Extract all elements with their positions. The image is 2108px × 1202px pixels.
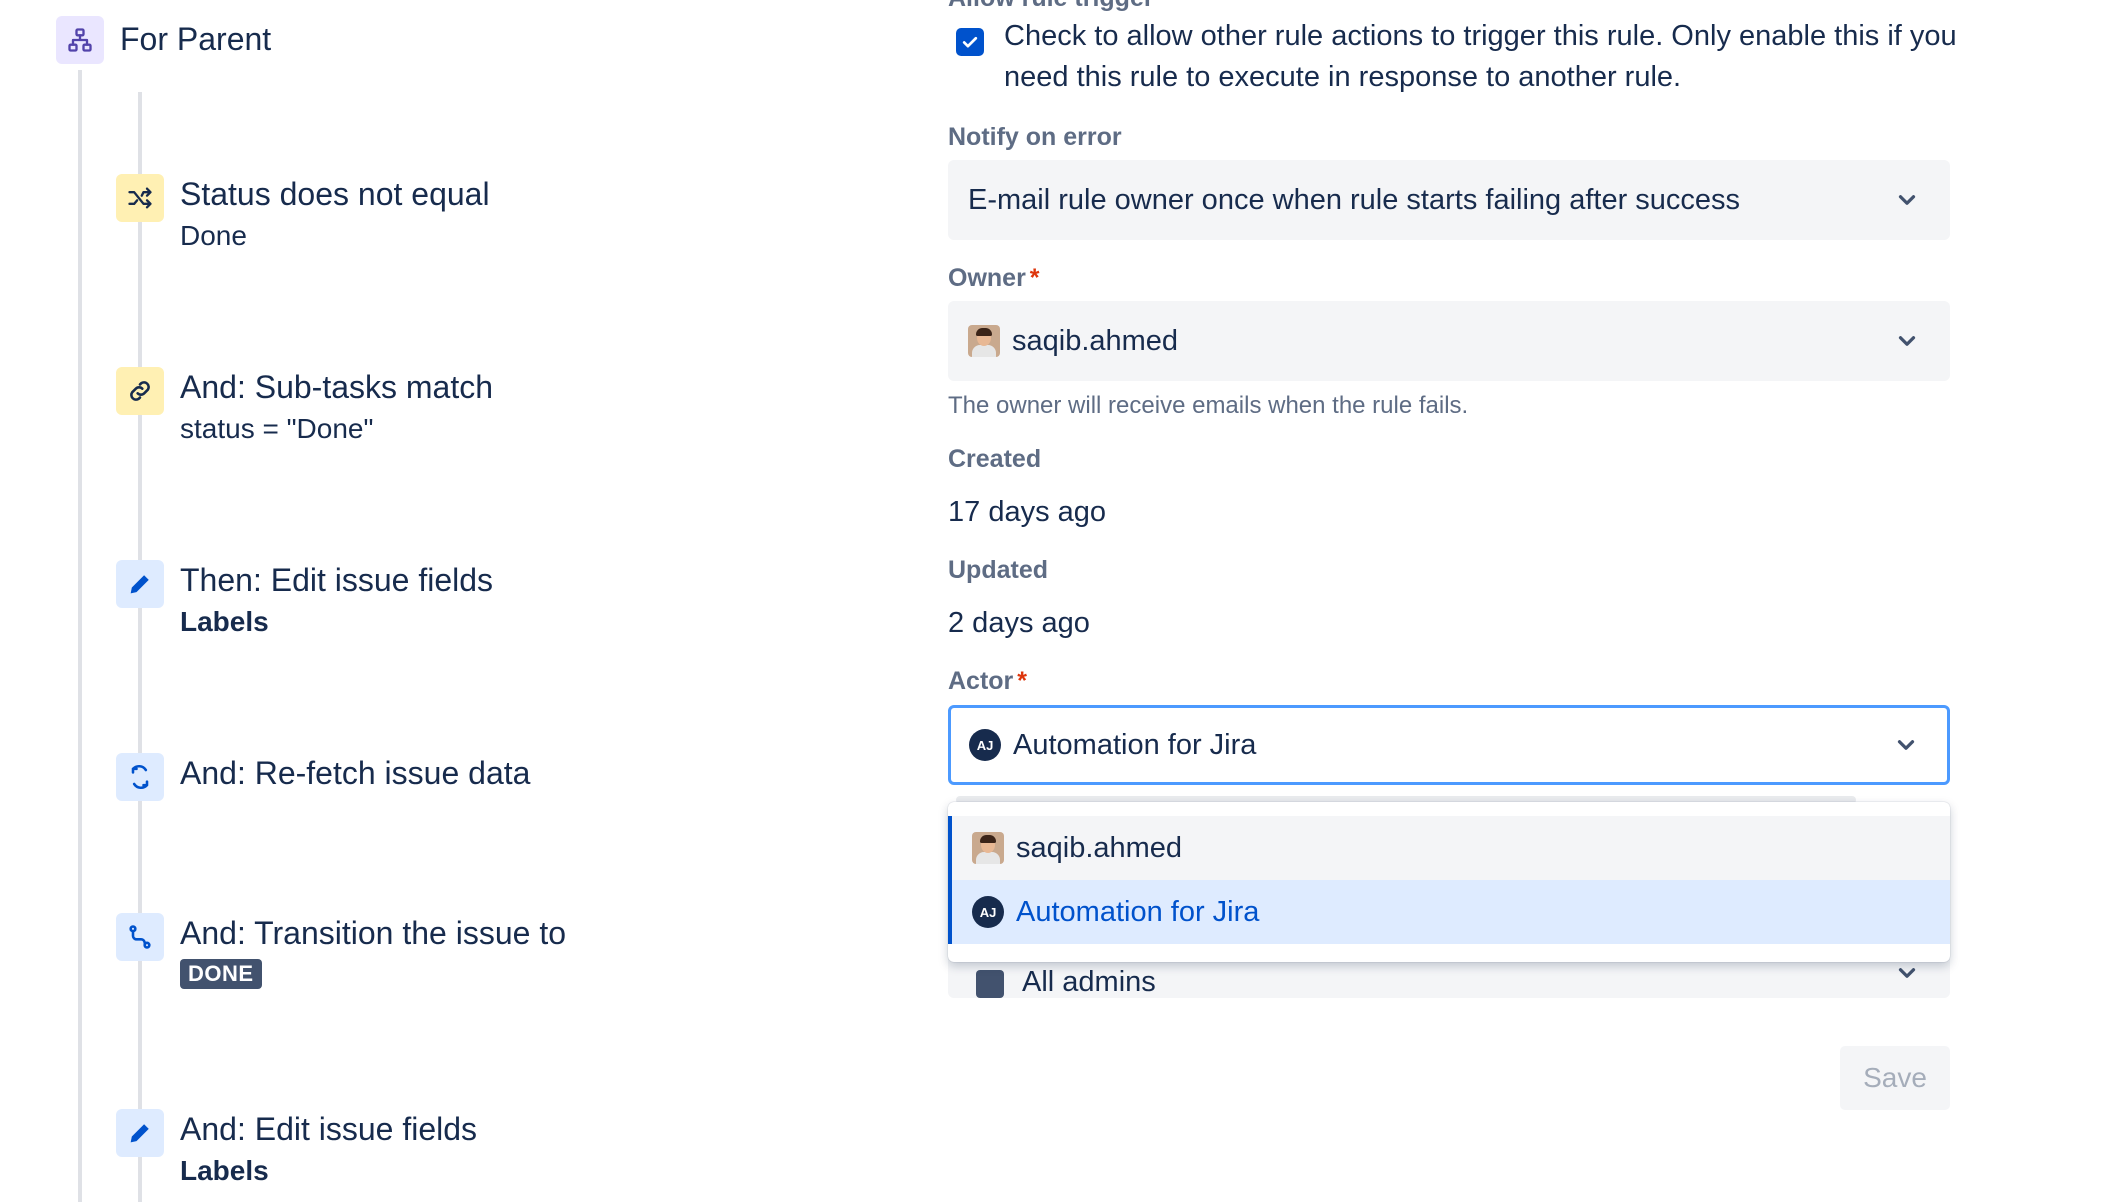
actor-label: Actor * [948, 667, 1028, 695]
pencil-icon [116, 560, 164, 608]
updated-label: Updated [948, 556, 1048, 584]
allow-trigger-label: Allow rule trigger [948, 0, 1154, 13]
actor-option-saqib[interactable]: saqib.ahmed [948, 816, 1950, 944]
status-lozenge: DONE [180, 959, 262, 989]
node-subtitle: Labels [180, 1155, 269, 1186]
option-label: Automation for Jira [1016, 895, 1260, 928]
action-edit-fields-2[interactable]: And: Edit issue fields Labels [116, 1109, 477, 1189]
branch-for-parent[interactable]: For Parent [56, 16, 271, 64]
node-title: And: Edit issue fields [180, 1111, 478, 1147]
owner-select[interactable]: saqib.ahmed [948, 301, 1950, 381]
check-icon [962, 36, 978, 48]
user-avatar [972, 832, 1004, 864]
option-label: saqib.ahmed [1016, 831, 1183, 864]
save-button[interactable]: Save [1840, 1046, 1950, 1110]
branch-title: For Parent [120, 21, 272, 57]
notify-label: Notify on error [948, 123, 1122, 151]
pencil-icon [116, 1109, 164, 1157]
transition-icon [116, 913, 164, 961]
flow-branch-line [138, 92, 142, 1202]
scope-value: All admins [1022, 966, 1156, 998]
chevron-down-icon [1898, 336, 1916, 346]
updated-value: 2 days ago [948, 607, 1090, 639]
node-title: And: Re-fetch issue data [180, 755, 531, 791]
allow-trigger-text: Check to allow other rule actions to tri… [1004, 20, 1957, 93]
node-title: And: Sub-tasks match [180, 369, 494, 405]
shuffle-icon [116, 174, 164, 222]
node-subtitle: Labels [180, 606, 269, 637]
required-mark: * [1017, 667, 1028, 695]
chevron-down-icon [1898, 968, 1916, 978]
flow-main-line [78, 70, 82, 1202]
branch-icon [56, 16, 104, 64]
notify-value: E-mail rule owner once when rule starts … [968, 183, 1741, 216]
allow-trigger-row: Check to allow other rule actions to tri… [956, 16, 1964, 98]
chevron-down-icon [1898, 195, 1916, 205]
node-subtitle: Done [180, 220, 247, 251]
owner-value: saqib.ahmed [1012, 324, 1179, 357]
owner-helper: The owner will receive emails when the r… [948, 392, 1469, 419]
allow-trigger-checkbox[interactable] [956, 28, 984, 56]
created-label: Created [948, 445, 1042, 473]
action-transition[interactable]: And: Transition the issue to DONE [116, 913, 566, 989]
actor-dropdown-menu: saqib.ahmed AJ Automation for Jira [948, 802, 1950, 962]
user-avatar [968, 325, 1000, 357]
required-mark: * [1029, 264, 1040, 292]
node-title: And: Transition the issue to [180, 915, 566, 951]
group-icon [976, 970, 1004, 998]
condition-status[interactable]: Status does not equal Done [116, 174, 490, 254]
node-title: Status does not equal [180, 176, 490, 212]
node-title: Then: Edit issue fields [180, 562, 494, 598]
created-value: 17 days ago [948, 496, 1107, 528]
action-refetch[interactable]: And: Re-fetch issue data [116, 753, 530, 801]
condition-subtasks[interactable]: And: Sub-tasks match status = "Done" [116, 367, 493, 447]
refresh-icon [116, 753, 164, 801]
link-icon [116, 367, 164, 415]
automation-avatar: AJ [972, 896, 1004, 928]
notify-select[interactable]: E-mail rule owner once when rule starts … [948, 160, 1950, 240]
actor-select[interactable]: AJ Automation for Jira [948, 705, 1950, 785]
actor-value: Automation for Jira [1013, 728, 1257, 761]
automation-avatar: AJ [969, 729, 1001, 761]
actor-option-automation[interactable]: AJ Automation for Jira [948, 880, 1950, 944]
chevron-down-icon [1897, 740, 1915, 750]
owner-label: Owner * [948, 264, 1040, 292]
node-subtitle: status = "Done" [180, 413, 374, 444]
action-edit-fields[interactable]: Then: Edit issue fields Labels [116, 560, 493, 640]
